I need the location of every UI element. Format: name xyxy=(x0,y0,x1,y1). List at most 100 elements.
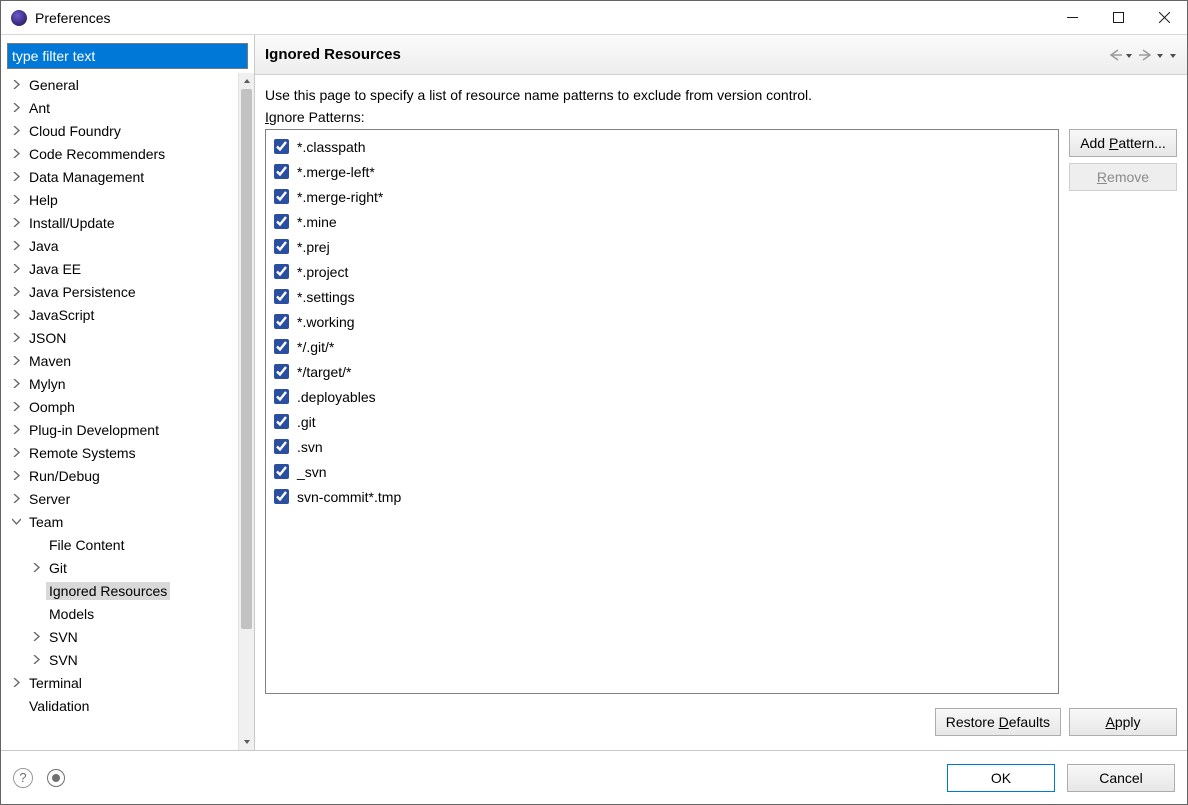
chevron-right-icon[interactable] xyxy=(9,307,24,322)
pattern-item[interactable]: *.mine xyxy=(272,209,1052,234)
tree-item[interactable]: SVN xyxy=(1,625,238,648)
help-icon[interactable]: ? xyxy=(13,768,33,788)
tree-item[interactable]: Oomph xyxy=(1,395,238,418)
tree-item[interactable]: Validation xyxy=(1,694,238,717)
chevron-right-icon[interactable] xyxy=(9,399,24,414)
tree-item[interactable]: Data Management xyxy=(1,165,238,188)
apply-button[interactable]: Apply xyxy=(1069,708,1177,736)
restore-defaults-button[interactable]: Restore Defaults xyxy=(935,708,1061,736)
pattern-checkbox[interactable] xyxy=(274,139,289,154)
tree-item[interactable]: Java Persistence xyxy=(1,280,238,303)
tree-item[interactable]: Ant xyxy=(1,96,238,119)
chevron-right-icon[interactable] xyxy=(29,629,44,644)
tree-item[interactable]: Terminal xyxy=(1,671,238,694)
pattern-checkbox[interactable] xyxy=(274,314,289,329)
pattern-checkbox[interactable] xyxy=(274,264,289,279)
add-pattern-button[interactable]: Add Pattern... xyxy=(1069,129,1177,157)
pattern-item[interactable]: *.classpath xyxy=(272,134,1052,159)
tree-item[interactable]: Models xyxy=(1,602,238,625)
pattern-item[interactable]: *.merge-right* xyxy=(272,184,1052,209)
ignore-patterns-list[interactable]: *.classpath*.merge-left**.merge-right**.… xyxy=(265,129,1059,694)
pattern-item[interactable]: */target/* xyxy=(272,359,1052,384)
chevron-right-icon[interactable] xyxy=(9,261,24,276)
chevron-down-icon[interactable] xyxy=(9,514,24,529)
pattern-checkbox[interactable] xyxy=(274,364,289,379)
close-button[interactable] xyxy=(1141,1,1187,35)
pattern-item[interactable]: *.prej xyxy=(272,234,1052,259)
tree-item[interactable]: Plug-in Development xyxy=(1,418,238,441)
scrollbar-thumb[interactable] xyxy=(241,89,252,629)
tree-item[interactable]: SVN xyxy=(1,648,238,671)
tree-item[interactable]: Cloud Foundry xyxy=(1,119,238,142)
pattern-checkbox[interactable] xyxy=(274,289,289,304)
pattern-checkbox[interactable] xyxy=(274,464,289,479)
tree-item[interactable]: Team xyxy=(1,510,238,533)
pattern-checkbox[interactable] xyxy=(274,214,289,229)
tree-item[interactable]: JavaScript xyxy=(1,303,238,326)
chevron-right-icon[interactable] xyxy=(9,445,24,460)
sidebar-scrollbar[interactable] xyxy=(238,73,254,750)
chevron-right-icon[interactable] xyxy=(9,422,24,437)
page-menu-button[interactable] xyxy=(1168,47,1177,63)
tree-item[interactable]: Install/Update xyxy=(1,211,238,234)
tree-item[interactable]: Code Recommenders xyxy=(1,142,238,165)
tree-item[interactable]: Java EE xyxy=(1,257,238,280)
oomph-record-icon[interactable] xyxy=(47,769,65,787)
maximize-button[interactable] xyxy=(1095,1,1141,35)
pattern-item[interactable]: */.git/* xyxy=(272,334,1052,359)
chevron-right-icon[interactable] xyxy=(29,560,44,575)
tree-item[interactable]: Ignored Resources xyxy=(1,579,238,602)
chevron-right-icon[interactable] xyxy=(9,284,24,299)
pattern-item[interactable]: _svn xyxy=(272,459,1052,484)
chevron-right-icon[interactable] xyxy=(9,215,24,230)
chevron-right-icon[interactable] xyxy=(9,238,24,253)
pattern-item[interactable]: .svn xyxy=(272,434,1052,459)
pattern-checkbox[interactable] xyxy=(274,239,289,254)
tree-item[interactable]: File Content xyxy=(1,533,238,556)
tree-item[interactable]: Remote Systems xyxy=(1,441,238,464)
cancel-button[interactable]: Cancel xyxy=(1067,764,1175,792)
tree-item[interactable]: Git xyxy=(1,556,238,579)
chevron-right-icon[interactable] xyxy=(9,192,24,207)
pattern-item[interactable]: svn-commit*.tmp xyxy=(272,484,1052,509)
chevron-right-icon[interactable] xyxy=(9,100,24,115)
pattern-checkbox[interactable] xyxy=(274,489,289,504)
pattern-checkbox[interactable] xyxy=(274,389,289,404)
pattern-item[interactable]: .deployables xyxy=(272,384,1052,409)
chevron-right-icon[interactable] xyxy=(9,146,24,161)
pattern-item[interactable]: *.working xyxy=(272,309,1052,334)
pattern-item[interactable]: *.merge-left* xyxy=(272,159,1052,184)
tree-item[interactable]: Help xyxy=(1,188,238,211)
ok-button[interactable]: OK xyxy=(947,764,1055,792)
nav-back-button[interactable] xyxy=(1106,47,1133,63)
chevron-right-icon[interactable] xyxy=(29,652,44,667)
pattern-item[interactable]: *.settings xyxy=(272,284,1052,309)
tree-item[interactable]: Server xyxy=(1,487,238,510)
tree-item[interactable]: General xyxy=(1,73,238,96)
chevron-right-icon[interactable] xyxy=(9,123,24,138)
chevron-right-icon[interactable] xyxy=(9,169,24,184)
pattern-checkbox[interactable] xyxy=(274,414,289,429)
chevron-right-icon[interactable] xyxy=(9,330,24,345)
tree-item[interactable]: Run/Debug xyxy=(1,464,238,487)
chevron-right-icon[interactable] xyxy=(9,353,24,368)
nav-forward-button[interactable] xyxy=(1137,47,1164,63)
pattern-checkbox[interactable] xyxy=(274,189,289,204)
chevron-right-icon[interactable] xyxy=(9,77,24,92)
tree-item[interactable]: JSON xyxy=(1,326,238,349)
chevron-right-icon[interactable] xyxy=(9,675,24,690)
filter-input[interactable]: type filter text xyxy=(7,43,248,69)
pattern-item[interactable]: .git xyxy=(272,409,1052,434)
tree-item[interactable]: Java xyxy=(1,234,238,257)
tree-item[interactable]: Mylyn xyxy=(1,372,238,395)
preferences-tree[interactable]: GeneralAntCloud FoundryCode Recommenders… xyxy=(1,73,238,750)
pattern-item[interactable]: *.project xyxy=(272,259,1052,284)
chevron-right-icon[interactable] xyxy=(9,468,24,483)
tree-item[interactable]: Maven xyxy=(1,349,238,372)
chevron-right-icon[interactable] xyxy=(9,376,24,391)
pattern-checkbox[interactable] xyxy=(274,439,289,454)
pattern-checkbox[interactable] xyxy=(274,164,289,179)
minimize-button[interactable] xyxy=(1049,1,1095,35)
chevron-right-icon[interactable] xyxy=(9,491,24,506)
pattern-checkbox[interactable] xyxy=(274,339,289,354)
